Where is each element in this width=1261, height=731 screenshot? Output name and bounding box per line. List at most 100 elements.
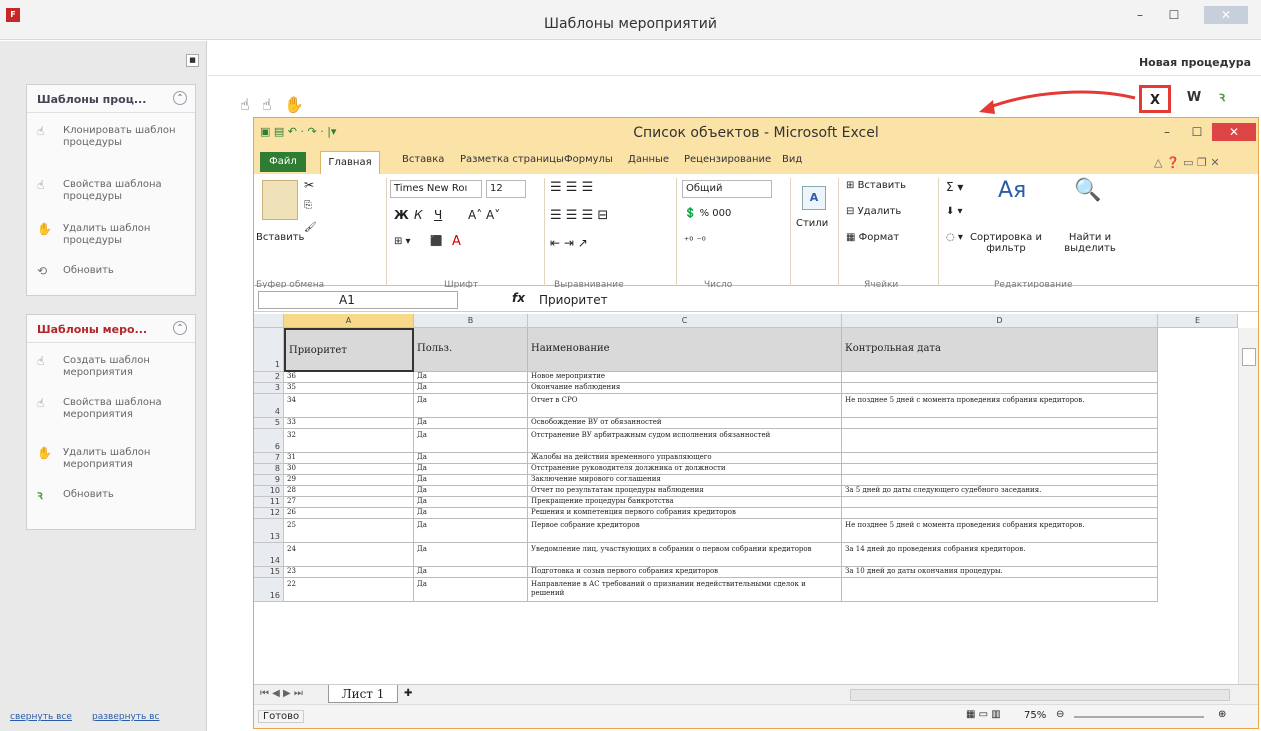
zoom-in-icon[interactable]: ⊕ [1218,709,1226,720]
cell-priority[interactable]: 34 [284,394,414,418]
cell-priority[interactable]: 30 [284,464,414,475]
refresh-button[interactable]: ꝛ Обновить [37,489,187,503]
collapse-all-link[interactable]: свернуть все [10,712,72,722]
header-cell-date[interactable]: Контрольная дата [842,328,1158,372]
chevron-up-icon[interactable]: ⌃ [173,91,187,105]
sheet-tab[interactable]: Лист 1 [328,685,398,703]
row-header[interactable]: 16 [254,578,284,602]
header-cell-name[interactable]: Наименование [528,328,842,372]
delete-event-template-button[interactable]: ✋ Удалить шаблон мероприятия [37,447,187,473]
delete-cells-button[interactable]: ⊟ Удалить [846,206,901,217]
cell-date[interactable] [842,475,1158,486]
cell-priority[interactable]: 26 [284,508,414,519]
clear-icon[interactable]: ◌ ▾ [946,232,963,243]
cell-priority[interactable]: 35 [284,383,414,394]
cell-date[interactable] [842,464,1158,475]
cell-user[interactable]: Да [414,383,528,394]
cell-name[interactable]: Решения и компетенция первого собрания к… [528,508,842,519]
event-template-properties-button[interactable]: ☝ Свойства шаблона мероприятия [37,397,187,435]
row-header[interactable]: 1 [254,328,284,372]
maximize-button[interactable]: ☐ [1160,6,1188,24]
create-event-template-button[interactable]: ☝ Создать шаблон мероприятия [37,355,187,381]
cell-date[interactable]: Не позднее 5 дней с момента проведения с… [842,394,1158,418]
paste-icon[interactable] [262,180,298,220]
cell-date[interactable]: За 5 дней до даты следующего судебного з… [842,486,1158,497]
export-excel-button[interactable]: X [1139,85,1171,113]
copy-icon[interactable]: ⎘ [304,200,312,211]
cell-name[interactable]: Жалобы на действия временного управляюще… [528,453,842,464]
find-select-button[interactable]: Найти и выделить [1050,232,1130,254]
cell-user[interactable]: Да [414,497,528,508]
tab-insert[interactable]: Вставка [402,154,444,165]
cell-priority[interactable]: 28 [284,486,414,497]
align-left-icon[interactable]: ☰ ☰ ☰ ⊟ [550,208,608,223]
fx-icon[interactable]: fx [512,291,525,305]
styles-icon[interactable]: A [802,186,826,210]
template-properties-button[interactable]: ☝ Свойства шаблона процедуры [37,179,187,217]
find-icon[interactable]: 🔍 [1074,178,1101,203]
column-header-b[interactable]: B [414,314,528,328]
cell-date[interactable] [842,429,1158,453]
column-header-a[interactable]: A [284,314,414,328]
pin-icon[interactable]: ■ [186,54,199,67]
delete-icon[interactable]: ✋ [284,95,304,114]
tab-formulas[interactable]: Формулы [564,154,613,165]
select-all[interactable] [254,314,284,328]
cell-date[interactable] [842,497,1158,508]
excel-close-button[interactable]: ✕ [1212,123,1256,141]
cell-user[interactable]: Да [414,475,528,486]
cell-user[interactable]: Да [414,372,528,383]
column-header-e[interactable]: E [1158,314,1238,328]
row-header[interactable]: 14 [254,543,284,567]
insert-cells-button[interactable]: ⊞ Вставить [846,180,906,191]
sort-icon[interactable]: Aя [998,178,1026,203]
delete-template-button[interactable]: ✋ Удалить шаблон процедуры [37,223,187,251]
tab-data[interactable]: Данные [628,154,669,165]
cell-priority[interactable]: 36 [284,372,414,383]
cell-name[interactable]: Отчет в СРО [528,394,842,418]
sort-filter-button[interactable]: Сортировка и фильтр [966,232,1046,254]
cell-date[interactable]: За 14 дней до проведения собрания кредит… [842,543,1158,567]
format-cells-button[interactable]: ▦ Формат [846,232,899,243]
cell-date[interactable] [842,418,1158,429]
formula-input[interactable]: Приоритет [539,291,1239,309]
tab-layout[interactable]: Разметка страницы [460,154,564,165]
indent-icon[interactable]: ⇤ ⇥ ↗ [550,236,588,250]
properties-icon[interactable]: ☝ [262,95,272,114]
zoom-slider[interactable] [1074,716,1204,718]
paste-button[interactable]: Вставить [256,232,304,243]
minimize-button[interactable]: – [1126,6,1154,24]
cell-user[interactable]: Да [414,519,528,543]
cell-date[interactable]: Не позднее 5 дней с момента проведения с… [842,519,1158,543]
close-button[interactable]: ✕ [1204,6,1248,24]
cell-name[interactable]: Отстранение ВУ арбитражным судом исполне… [528,429,842,453]
clone-template-button[interactable]: ☝ Клонировать шаблон процедуры [37,125,187,163]
header-cell-priority[interactable]: Приоритет [284,328,414,372]
cell-date[interactable] [842,578,1158,602]
chevron-up-icon[interactable]: ⌃ [173,321,187,335]
cell-user[interactable]: Да [414,418,528,429]
spreadsheet-grid[interactable]: A B C D E 1 Приоритет Польз. Наименовани… [254,314,1258,684]
cell-priority[interactable]: 31 [284,453,414,464]
row-header[interactable]: 6 [254,429,284,453]
cell-priority[interactable]: 29 [284,475,414,486]
cut-icon[interactable]: ✂ [304,178,314,192]
cell-name[interactable]: Прекращение процедуры банкротства [528,497,842,508]
cell-priority[interactable]: 27 [284,497,414,508]
format-painter-icon[interactable]: 🖌 [304,222,317,233]
row-header[interactable]: 4 [254,394,284,418]
row-header[interactable]: 10 [254,486,284,497]
cell-priority[interactable]: 23 [284,567,414,578]
header-cell-user[interactable]: Польз. [414,328,528,372]
italic-icon[interactable]: К [414,208,423,222]
new-procedure-link[interactable]: Новая процедура [1139,56,1251,69]
sheet-nav-icon[interactable]: ⏮ ◀ ▶ ⏭ [260,688,303,699]
cell-date[interactable] [842,383,1158,394]
scroll-thumb[interactable] [1242,348,1256,366]
tab-home[interactable]: Главная [320,151,380,174]
underline-icon[interactable]: Ч [434,208,442,222]
row-header[interactable]: 15 [254,567,284,578]
row-header[interactable]: 8 [254,464,284,475]
row-header[interactable]: 7 [254,453,284,464]
cell-user[interactable]: Да [414,543,528,567]
